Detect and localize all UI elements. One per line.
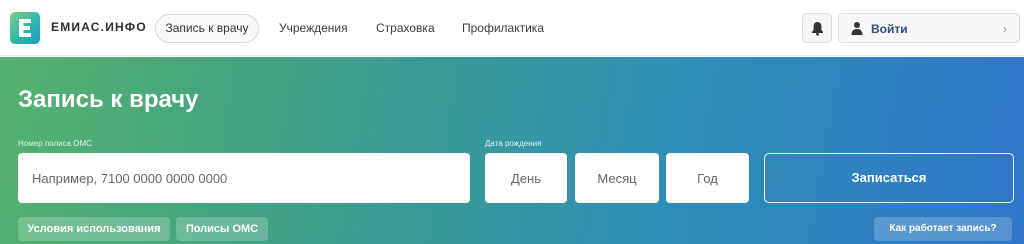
terms-link[interactable]: Условия использования [18,217,170,241]
brand-name[interactable]: ЕМИАС.ИНФО [51,20,147,34]
user-icon [851,22,863,35]
policy-number-input[interactable] [18,153,470,203]
notifications-button[interactable] [802,13,832,43]
appointment-hero: Запись к врачу Номер полиса ОМС Дата рож… [0,57,1024,244]
submit-appointment-button[interactable]: Записаться [764,153,1014,203]
dob-label: Дата рождения [485,139,542,148]
login-label: Войти [871,22,908,36]
login-button[interactable]: Войти › [838,13,1020,43]
chevron-right-icon: › [1003,22,1007,36]
page-title: Запись к врачу [18,86,199,113]
dob-month-input[interactable] [575,153,659,203]
how-it-works-button[interactable]: Как работает запись? [874,217,1012,241]
policy-label: Номер полиса ОМС [18,139,92,148]
nav-item-prevention[interactable]: Профилактика [462,21,544,35]
nav-item-insurance[interactable]: Страховка [376,21,435,35]
dob-day-input[interactable] [485,153,567,203]
top-header: ЕМИАС.ИНФО Запись к врачу Учреждения Стр… [0,0,1024,56]
logo-e-icon[interactable] [10,12,40,44]
bell-icon [812,22,823,36]
oms-policies-link[interactable]: Полисы ОМС [176,217,268,241]
nav-item-appointment[interactable]: Запись к врачу [155,14,259,43]
dob-year-input[interactable] [666,153,749,203]
nav-item-institutions[interactable]: Учреждения [279,21,348,35]
